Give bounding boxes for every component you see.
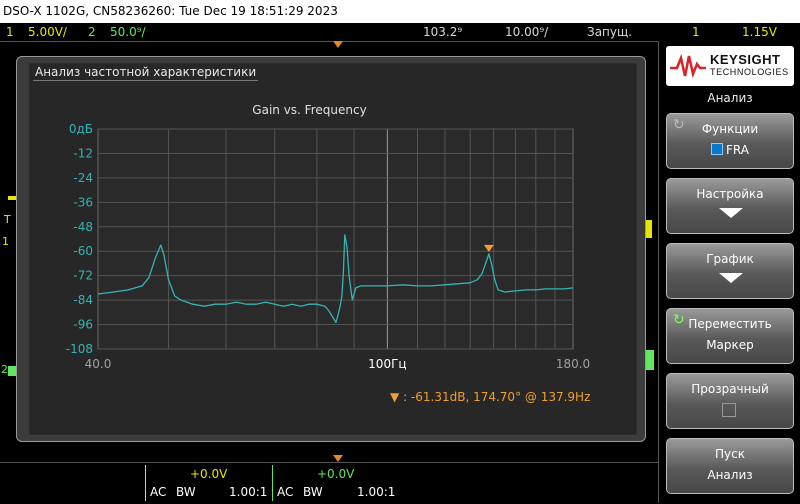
setup-softkey[interactable]: Настройка xyxy=(666,178,794,234)
transparent-label: Прозрачный xyxy=(691,382,769,396)
move-marker-label: Переместить xyxy=(688,317,772,331)
x-tick-label: 180.0 xyxy=(556,357,590,371)
y-tick-label: -48 xyxy=(73,220,93,234)
ch2-probe: 1.00:1 xyxy=(357,485,396,499)
keysight-wave-icon xyxy=(670,54,706,78)
ch1-ground-marker: 1 xyxy=(2,235,9,248)
run-analysis-value: Анализ xyxy=(707,468,753,482)
y-tick-label: -24 xyxy=(73,171,93,185)
submenu-arrow-icon xyxy=(719,273,743,283)
y-tick-label: -36 xyxy=(73,195,93,209)
submenu-arrow-icon xyxy=(719,208,743,218)
window-title: DSO-X 1102G, CN58236260: Tue Dec 19 18:5… xyxy=(0,0,800,23)
plot-area xyxy=(97,128,574,350)
y-tick-label: 0дБ xyxy=(69,122,93,136)
time-delay[interactable]: 103.2⁹ xyxy=(423,23,462,41)
x-tick-label: 100Гц xyxy=(368,357,406,371)
marker-icon: ▼ xyxy=(390,390,400,404)
graph-label: График xyxy=(706,252,754,266)
ch2-trace-fragment-right xyxy=(646,350,654,370)
run-analysis-label: Пуск xyxy=(715,447,745,461)
transparent-checkbox-wrap xyxy=(667,403,793,419)
trigger-level[interactable]: 1.15V xyxy=(742,23,777,41)
trigger-level-marker: T xyxy=(4,213,11,226)
trigger-position-marker xyxy=(333,41,343,48)
y-tick-label: -96 xyxy=(73,318,93,332)
functions-label: Функции xyxy=(701,122,759,136)
ch2-coupling: AC xyxy=(277,485,294,499)
marker-readout-text: : -61.31dB, 174.70° @ 137.9Hz xyxy=(403,390,591,404)
time-reference-marker xyxy=(333,455,343,462)
status-bar: 1 5.00V/ 2 50.0⁹/ 103.2⁹ 10.00⁹/ Запущ. … xyxy=(0,23,800,41)
y-tick-label: -60 xyxy=(73,244,93,258)
setup-label: Настройка xyxy=(696,187,764,201)
ch1-scale[interactable]: 5.00V/ xyxy=(28,23,67,41)
brand-name: KEYSIGHT xyxy=(710,52,781,67)
softkey-menu-heading: Анализ xyxy=(707,91,753,105)
fra-checkbox-icon xyxy=(711,143,724,155)
transparent-checkbox-icon xyxy=(721,403,736,417)
move-marker-value: Маркер xyxy=(706,338,754,352)
chart-title: Gain vs. Frequency xyxy=(252,103,366,117)
gain-vs-frequency-chart: 0дБ -12 -24 -36 -48 -60 -72 -84 -96 -10840.0 100Гц… xyxy=(66,103,590,371)
ch2-scale[interactable]: 50.0⁹/ xyxy=(110,23,146,41)
run-state[interactable]: Запущ. xyxy=(587,23,632,41)
transparent-softkey[interactable]: Прозрачный xyxy=(666,373,794,429)
brand-subtitle: TECHNOLOGIES xyxy=(710,67,789,77)
y-tick-label: -84 xyxy=(73,293,93,307)
y-tick-label: -108 xyxy=(66,342,93,356)
ch1-info-box[interactable]: +0.0V AC BW 1.00:1 xyxy=(145,465,270,501)
ch1-probe: 1.00:1 xyxy=(229,485,268,499)
ch1-offset: +0.0V xyxy=(190,467,228,481)
ch1-number[interactable]: 1 xyxy=(6,23,14,41)
ch1-bw-limit: BW xyxy=(176,485,196,499)
y-tick-label: -12 xyxy=(73,146,93,160)
ch2-offset: +0.0V xyxy=(317,467,355,481)
ch2-info-box[interactable]: +0.0V AC BW 1.00:1 xyxy=(272,465,399,501)
dialog-title: Анализ частотной характеристики xyxy=(33,65,259,81)
ch2-number[interactable]: 2 xyxy=(88,23,96,41)
ch1-coupling: AC xyxy=(150,485,167,499)
functions-softkey[interactable]: ↻ Функции FRA xyxy=(666,113,794,169)
run-analysis-softkey[interactable]: Пуск Анализ xyxy=(666,438,794,494)
time-scale[interactable]: 10.00⁹/ xyxy=(505,23,548,41)
ch2-ground-marker: 2 xyxy=(1,363,8,376)
marker-readout: ▼ : -61.31dB, 174.70° @ 137.9Hz xyxy=(390,390,590,404)
x-tick-label: 40.0 xyxy=(85,357,112,371)
trigger-channel[interactable]: 1 xyxy=(692,23,700,41)
ch1-trace-fragment-right xyxy=(646,220,652,238)
move-marker-softkey[interactable]: ↻ Переместить Маркер xyxy=(666,308,794,364)
ch2-bw-limit: BW xyxy=(303,485,323,499)
y-tick-label: -72 xyxy=(73,269,93,283)
graph-softkey[interactable]: График xyxy=(666,243,794,299)
channel-info-bar: +0.0V AC BW 1.00:1 +0.0V AC BW 1.00:1 xyxy=(0,462,658,504)
functions-value: FRA xyxy=(667,143,793,157)
